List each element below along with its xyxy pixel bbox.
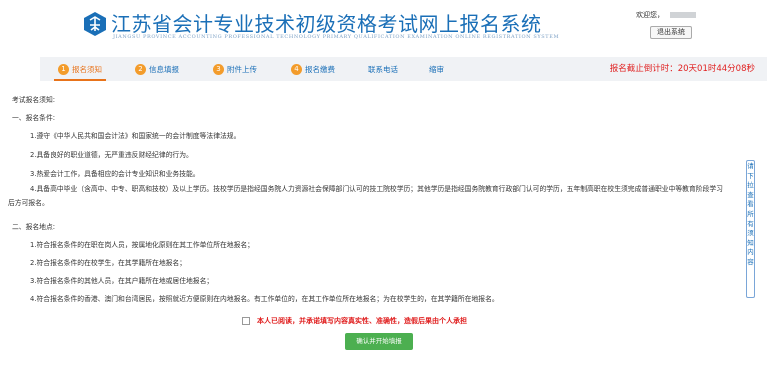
tab-attachment-upload[interactable]: 3 附件上传: [213, 57, 257, 81]
step-number: 4: [291, 63, 302, 75]
tab-label: 报名缴费: [305, 64, 335, 74]
tab-registration-notice[interactable]: 1 报名须知: [54, 57, 106, 81]
step-number: 3: [213, 63, 224, 75]
tab-contact-phone[interactable]: 联系电话: [368, 57, 398, 81]
welcome-text: 欢迎您，: [636, 10, 696, 20]
location-item: 3.符合报名条件的其他人员，在其户籍所在地或居住地报名；: [30, 277, 214, 285]
condition-item: 4.具备高中毕业（含高中、中专、职高和技校）及以上学历。技校学历是指经国务院人力…: [8, 185, 723, 207]
agreement-checkbox[interactable]: [242, 317, 250, 325]
step-nav: 1 报名须知 2 信息填报 3 附件上传 4 报名缴费 联系电话 缩审 报名截止倒计时：…: [40, 57, 767, 81]
username-redacted: [670, 12, 696, 18]
system-title: 江苏省会计专业技术初级资格考试网上报名系统: [111, 12, 542, 36]
system-title-en: JIANGSU PROVINCE ACCOUNTING PROFESSIONAL…: [113, 34, 560, 40]
scroll-hint[interactable]: 请下拉查看所有须知内容: [746, 160, 755, 298]
condition-item: 1.遵守《中华人民共和国会计法》和国家统一的会计制度等法律法规。: [30, 132, 241, 140]
agreement-text: 本人已阅读，并承诺填写内容真实性、准确性，造假后果由个人承担: [257, 317, 467, 325]
tab-label: 联系电话: [368, 64, 398, 74]
logout-button[interactable]: 退出系统: [650, 26, 692, 39]
tab-payment[interactable]: 4 报名缴费: [291, 57, 335, 81]
tab-review[interactable]: 缩审: [429, 57, 444, 81]
tab-label: 信息填报: [149, 64, 179, 74]
section-heading-conditions: 一、报名条件:: [12, 114, 56, 122]
step-number: 2: [135, 63, 146, 75]
step-number: 1: [58, 63, 69, 75]
location-item: 4.符合报名条件的香港、澳门和台湾居民，按照就近方便原则在内地报名。有工作单位的…: [30, 295, 499, 303]
deadline-countdown: 报名截止倒计时：20天01时44分08秒: [609, 64, 755, 74]
tab-label: 缩审: [429, 64, 444, 74]
logo-icon: [84, 12, 106, 36]
confirm-start-button[interactable]: 确认并开始填报: [345, 333, 413, 350]
welcome-label: 欢迎您，: [636, 11, 664, 19]
condition-item: 2.具备良好的职业道德，无严重违反财经纪律的行为。: [30, 151, 193, 159]
tab-label: 报名须知: [72, 64, 102, 74]
tab-label: 附件上传: [227, 64, 257, 74]
condition-item: 3.热爱会计工作，具备相应的会计专业知识和业务技能。: [30, 170, 200, 178]
section-heading-locations: 二、报名地点:: [12, 223, 56, 231]
notice-heading: 考试报名须知:: [12, 96, 56, 104]
location-item: 2.符合报名条件的在校学生，在其学籍所在地报名；: [30, 259, 187, 267]
location-item: 1.符合报名条件的在职在岗人员，按属地化原则在其工作单位所在地报名；: [30, 241, 254, 249]
agreement-row: 本人已阅读，并承诺填写内容真实性、准确性，造假后果由个人承担: [242, 316, 467, 326]
tab-info-entry[interactable]: 2 信息填报: [135, 57, 179, 81]
header: 江苏省会计专业技术初级资格考试网上报名系统 JIANGSU PROVINCE A…: [0, 0, 767, 54]
